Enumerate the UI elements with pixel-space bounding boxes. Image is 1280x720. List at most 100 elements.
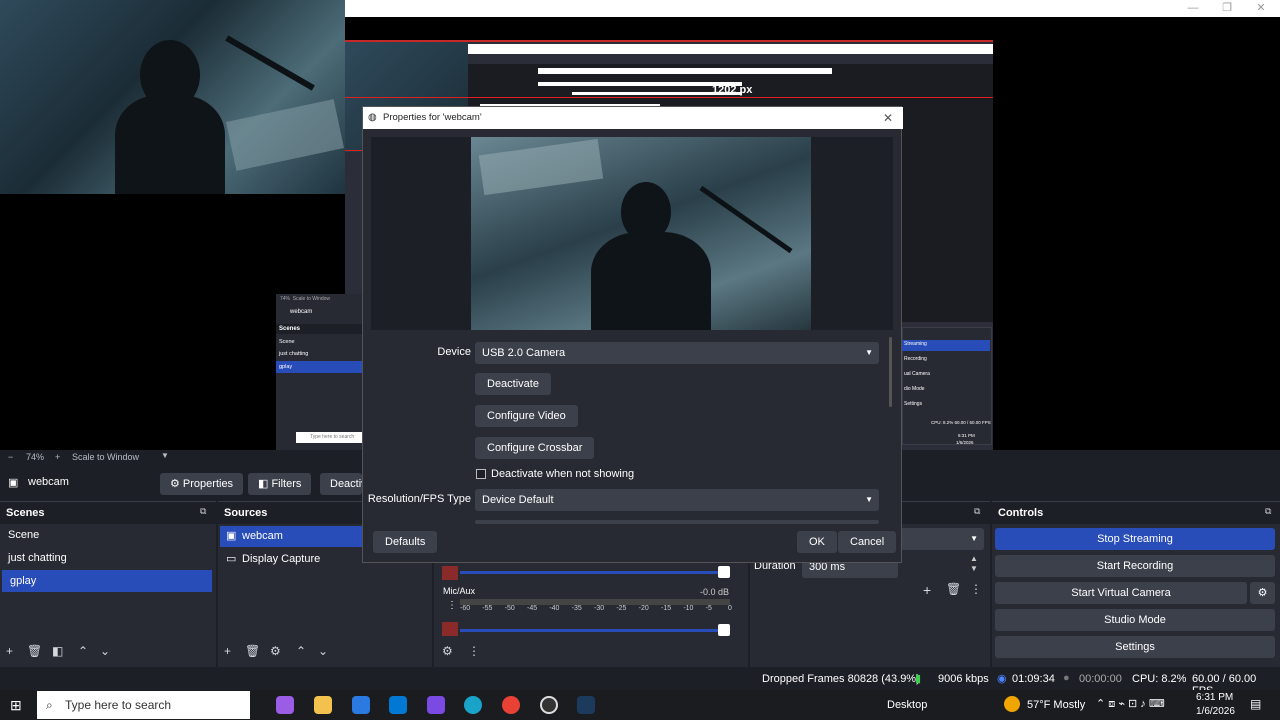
camera-icon: ▣ [8, 477, 19, 489]
mute-icon[interactable] [442, 566, 458, 580]
configure-video-button[interactable]: Configure Video [475, 405, 578, 427]
store-icon[interactable] [352, 696, 370, 714]
add-transition-button[interactable]: + [923, 582, 931, 598]
move-down-icon[interactable]: ⌄ [318, 644, 328, 658]
add-source-button[interactable]: + [224, 644, 231, 658]
device-select[interactable]: USB 2.0 Camera ▼ [475, 342, 879, 364]
level-readout: -0.0 dB [700, 587, 730, 597]
clock-time[interactable]: 6:31 PM [1196, 692, 1233, 703]
zoom-out-button[interactable]: − [8, 452, 13, 462]
move-down-icon[interactable]: ⌄ [100, 644, 110, 658]
copilot-icon[interactable] [276, 696, 294, 714]
source-item[interactable]: ▭ Display Capture [220, 549, 362, 570]
minimize-button[interactable]: — [1176, 0, 1210, 17]
outlook-icon[interactable] [389, 696, 407, 714]
gear-icon[interactable]: ⚙ [442, 644, 453, 658]
mute-icon[interactable] [442, 622, 458, 636]
settings-button[interactable]: Settings [995, 636, 1275, 658]
scale-mode[interactable]: Scale to Window [72, 452, 139, 462]
signal-icon: ▮ [915, 673, 922, 685]
more-icon[interactable]: ⋮ [468, 644, 480, 658]
dialog-title: Properties for 'webcam' [383, 112, 482, 123]
bitrate: 9006 kbps [938, 673, 989, 685]
steam-icon[interactable] [577, 696, 595, 714]
chrome-icon[interactable] [502, 696, 520, 714]
defaults-button[interactable]: Defaults [373, 531, 438, 553]
desktop-label[interactable]: Desktop [887, 699, 927, 711]
close-icon[interactable]: ✕ [883, 107, 893, 129]
weather-icon[interactable] [1004, 696, 1020, 712]
obs-titlebar [345, 0, 1280, 17]
clock-date[interactable]: 1/6/2026 [1196, 706, 1235, 717]
source-item-selected[interactable]: ▣ webcam [220, 526, 362, 547]
mic-volume-slider[interactable] [460, 629, 726, 632]
move-up-icon[interactable]: ⌃ [78, 644, 88, 658]
add-scene-button[interactable]: + [6, 644, 13, 658]
configure-crossbar-button[interactable]: Configure Crossbar [475, 437, 595, 459]
start-recording-button[interactable]: Start Recording [995, 555, 1275, 577]
cancel-button[interactable]: Cancel [838, 531, 897, 553]
trash-icon[interactable]: 🗑 [946, 582, 961, 596]
weather-text[interactable]: 57°F Mostly [1027, 699, 1085, 711]
meter-tick-label: -5 [705, 605, 712, 612]
resolution-value: Device Default [482, 494, 554, 506]
filter-icon: ◧ [258, 478, 272, 490]
move-up-icon[interactable]: ⌃ [296, 644, 306, 658]
nested-time: 6:31 PM [958, 433, 975, 438]
undock-icon[interactable]: ⧉ [1265, 506, 1271, 517]
edge-icon[interactable] [464, 696, 482, 714]
volume-slider[interactable] [460, 571, 726, 574]
scale-dropdown-icon[interactable]: ▼ [161, 451, 169, 460]
hidden-select [475, 520, 879, 524]
resolution-select[interactable]: Device Default ▼ [475, 489, 879, 511]
nested-scene-1: Scene [279, 339, 295, 345]
meter-tick-label: -35 [571, 605, 582, 612]
deactivate-button[interactable]: Deactiv [320, 473, 362, 495]
scrollbar[interactable] [889, 337, 892, 407]
meter-tick-label: 0 [728, 605, 732, 612]
undock-icon[interactable]: ⧉ [200, 506, 206, 517]
resolution-label: Resolution/FPS Type [367, 493, 471, 505]
more-icon[interactable]: ⋮ [447, 600, 457, 611]
zoom-in-button[interactable]: + [55, 452, 60, 462]
start-virtual-camera-button[interactable]: Start Virtual Camera [995, 582, 1247, 604]
search-icon: ⌕ [46, 698, 53, 712]
scene-item[interactable]: Scene [0, 524, 212, 546]
red-guide-line [345, 150, 362, 151]
rec-time: 00:00:00 [1079, 673, 1122, 685]
dropped-frames: Dropped Frames 80828 (43.9%) [762, 673, 920, 685]
stop-streaming-button[interactable]: Stop Streaming [995, 528, 1275, 550]
properties-button[interactable]: ⚙ Properties [160, 473, 244, 495]
gear-icon[interactable]: ⚙ [1250, 582, 1275, 604]
gear-icon[interactable]: ⚙ [270, 644, 281, 658]
filters-button[interactable]: ◧ Filters [248, 473, 312, 495]
deactivate-checkbox[interactable] [476, 469, 486, 479]
stepper-up-icon[interactable]: ▲ [970, 554, 978, 563]
undock-icon[interactable]: ⧉ [974, 506, 980, 517]
close-window-button[interactable]: ✕ [1244, 0, 1278, 17]
transition-select[interactable]: ▼ [900, 528, 984, 550]
studio-mode-button[interactable]: Studio Mode [995, 609, 1275, 631]
more-icon[interactable]: ⋮ [970, 582, 982, 596]
obs-icon[interactable] [540, 696, 558, 714]
volume-handle[interactable] [718, 566, 730, 578]
taskbar-search[interactable]: ⌕ Type here to search [37, 691, 250, 719]
trash-icon[interactable]: 🗑 [27, 644, 42, 658]
obs-logo-icon: ◍ [368, 112, 377, 123]
ok-button[interactable]: OK [797, 531, 837, 553]
deactivate-button[interactable]: Deactivate [475, 373, 551, 395]
maximize-button[interactable]: ❐ [1210, 0, 1244, 17]
mic-volume-handle[interactable] [718, 624, 730, 636]
stepper-down-icon[interactable]: ▼ [970, 564, 978, 573]
properties-label: Properties [182, 478, 234, 490]
file-explorer-icon[interactable] [314, 696, 332, 714]
windows-start-icon[interactable]: ⊞ [10, 697, 22, 714]
trash-icon[interactable]: 🗑 [245, 644, 260, 658]
notification-icon[interactable]: ▤ [1250, 697, 1261, 711]
device-value: USB 2.0 Camera [482, 347, 566, 359]
scene-item-selected[interactable]: gplay [2, 570, 212, 592]
filter-icon[interactable]: ◧ [52, 644, 63, 658]
m365-icon[interactable] [427, 696, 445, 714]
tray-icons[interactable]: ⌃ ⧈ ⌁ ⊡ ♪ ⌨ [1096, 697, 1165, 711]
scene-item[interactable]: just chatting [0, 547, 212, 569]
